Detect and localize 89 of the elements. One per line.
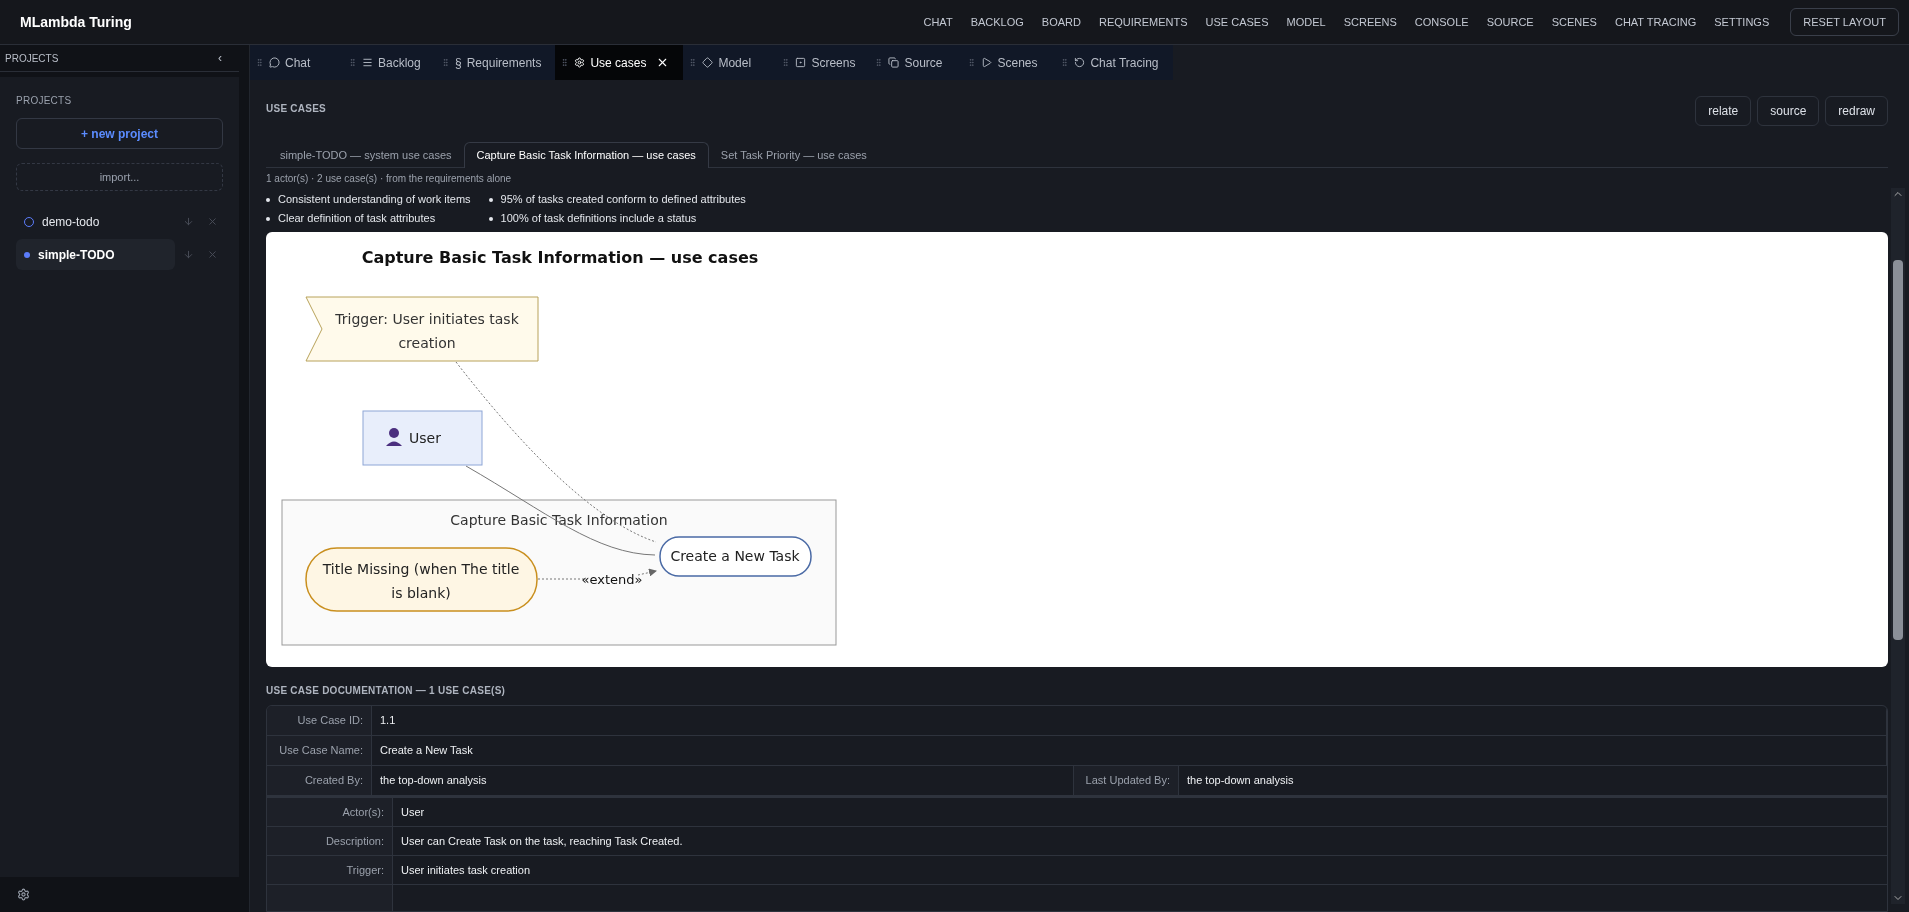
field-label: Actor(s): xyxy=(267,798,393,826)
actor-node: User xyxy=(362,410,483,466)
square-icon xyxy=(795,57,807,68)
diagram-title: Capture Basic Task Information — use cases xyxy=(361,248,759,267)
list-icon xyxy=(362,57,373,68)
copy-icon xyxy=(888,57,900,68)
collapse-button[interactable]: ‹ xyxy=(218,49,234,67)
dock-tab[interactable]: § Requirements xyxy=(436,45,556,80)
rotate-icon xyxy=(1074,57,1086,68)
nav-link[interactable]: BOARD xyxy=(1032,13,1090,31)
grip-icon xyxy=(560,58,570,67)
subtab[interactable]: Capture Basic Task Information — use cases xyxy=(463,142,709,168)
settings-icon[interactable] xyxy=(17,888,30,901)
bullet-text: 100% of task definitions include a status xyxy=(500,211,697,226)
grip-icon xyxy=(1060,58,1070,67)
bullet-text: 95% of tasks created conform to defined attributes xyxy=(500,192,746,207)
grip-icon xyxy=(255,58,264,67)
bullet-text: Clear definition of task attributes xyxy=(278,211,436,226)
dock-tab[interactable]: Screens xyxy=(776,45,870,80)
action-button[interactable]: source xyxy=(1757,95,1820,126)
play-icon xyxy=(981,57,993,68)
nav-link[interactable]: CHAT TRACING xyxy=(1605,13,1706,31)
nav-link[interactable]: SCREENS xyxy=(1334,13,1406,31)
field-label: Use Case ID: xyxy=(267,706,372,735)
nav-link[interactable]: SETTINGS xyxy=(1705,13,1779,31)
action-button[interactable]: redraw xyxy=(1825,95,1888,126)
new-project-button[interactable]: + new project xyxy=(16,118,223,149)
grip-icon xyxy=(688,58,698,67)
boundary-label: Capture Basic Task Information xyxy=(450,512,668,528)
bullet-icon xyxy=(488,197,493,202)
field-label: Trigger: xyxy=(267,856,393,884)
bullet-icon xyxy=(266,197,270,202)
field-label: Last Updated By: xyxy=(1074,766,1179,795)
nav-link[interactable]: CHAT xyxy=(914,13,962,31)
bullet-icon xyxy=(266,216,270,221)
dock-tab[interactable]: Chat Tracing xyxy=(1055,45,1173,80)
dock-tab[interactable]: Model xyxy=(683,45,777,80)
section-sign-icon: § xyxy=(455,56,462,69)
dock-tab[interactable]: Use cases xyxy=(555,45,684,80)
extension-use-case: Title Missing (when The title is blank) xyxy=(305,547,538,612)
field-value: User xyxy=(400,804,426,820)
panel-header: PROJECTS xyxy=(5,51,59,66)
field-value: User initiates task creation xyxy=(400,862,531,878)
nav-link[interactable]: SOURCE xyxy=(1477,13,1543,31)
download-icon[interactable] xyxy=(183,216,194,227)
nav-link[interactable]: SCENES xyxy=(1542,13,1606,31)
dock-tab[interactable]: Chat xyxy=(250,45,343,80)
subtab[interactable]: Set Task Priority — use cases xyxy=(708,142,879,168)
trigger-flag: Trigger: User initiates task creation xyxy=(305,296,539,362)
field-label: Description: xyxy=(267,827,393,855)
nav-link[interactable]: MODEL xyxy=(1277,13,1335,31)
import-button[interactable]: import... xyxy=(16,163,223,191)
action-button[interactable]: relate xyxy=(1695,95,1752,126)
nav-link[interactable]: BACKLOG xyxy=(961,13,1033,31)
grip-icon xyxy=(781,58,791,67)
use-case-node: Create a New Task xyxy=(659,536,812,577)
scrollbar[interactable] xyxy=(1891,188,1905,904)
app-title: MLambda Turing xyxy=(20,12,132,32)
download-icon[interactable] xyxy=(183,249,194,260)
diamond-icon xyxy=(702,57,714,68)
section-title: PROJECTS xyxy=(16,94,73,108)
grip-icon xyxy=(967,58,977,67)
project-item[interactable]: simple-TODO xyxy=(16,239,175,270)
section-title: USE CASE DOCUMENTATION — 1 USE CASE(S) xyxy=(266,684,507,698)
project-item[interactable]: demo-todo xyxy=(16,206,175,237)
nav-link[interactable]: USE CASES xyxy=(1196,13,1278,31)
gear-icon xyxy=(574,57,586,68)
dock-tab[interactable]: Backlog xyxy=(343,45,436,80)
bullet-text: Consistent understanding of work items xyxy=(278,192,471,207)
bullet-icon xyxy=(488,216,493,221)
nav-link[interactable]: REQUIREMENTS xyxy=(1089,13,1197,31)
section-title: USE CASES xyxy=(266,101,327,116)
field-value: Create a New Task xyxy=(372,736,1887,765)
field-label: Created By: xyxy=(267,766,372,795)
summary-text: 1 actor(s) · 2 use case(s) · from the requirements alone xyxy=(266,172,513,186)
grip-icon xyxy=(874,58,884,67)
field-value: 1.1 xyxy=(372,706,1887,735)
field-value: User can Create Task on the task, reaching Task Created. xyxy=(400,833,684,849)
dock-tab[interactable]: Scenes xyxy=(962,45,1056,80)
field-label: Use Case Name: xyxy=(267,736,372,765)
dock-tab[interactable]: Source xyxy=(869,45,963,80)
field-value: the top-down analysis xyxy=(1186,773,1295,789)
reset-layout-button[interactable]: RESET LAYOUT xyxy=(1790,8,1899,36)
grip-icon xyxy=(441,58,450,67)
chat-bubble-icon xyxy=(269,57,280,68)
subtab[interactable]: simple-TODO — system use cases xyxy=(268,142,464,168)
extend-label: «extend» xyxy=(581,572,643,587)
nav-link[interactable]: CONSOLE xyxy=(1405,13,1478,31)
grip-icon xyxy=(348,58,357,67)
